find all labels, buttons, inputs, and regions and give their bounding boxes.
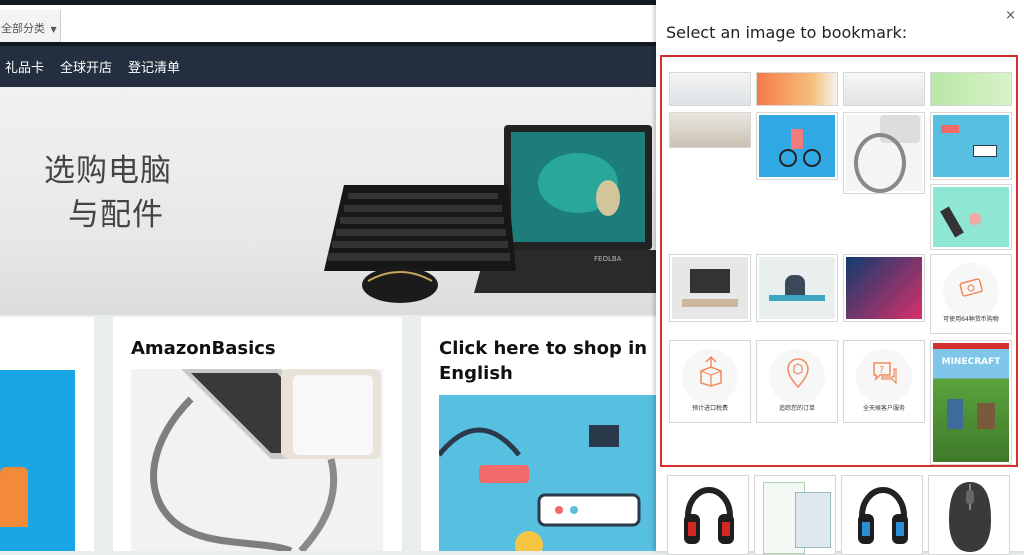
thumb-yoga[interactable] bbox=[756, 254, 838, 322]
nav-item-global-selling[interactable]: 全球开店 bbox=[60, 46, 112, 91]
caret-down-icon: ▼ bbox=[50, 25, 57, 34]
nav-bar: 礼品卡 全球开店 登记清单 bbox=[0, 46, 656, 87]
headset-image bbox=[684, 487, 734, 544]
thumb-image bbox=[846, 257, 922, 319]
thumb-minecraft[interactable]: MINECRAFT bbox=[930, 340, 1012, 465]
thumb-label-customer-service: 全天候客户服务 bbox=[862, 405, 905, 412]
hero-banner[interactable]: 选购电脑 与配件 FEOLBA bbox=[0, 87, 656, 315]
nav-item-registry[interactable]: 登记清单 bbox=[128, 46, 180, 91]
promo-card-english[interactable]: Click here to shop in English bbox=[421, 317, 656, 551]
thumb-label-currency: 可使用64种货币购物 bbox=[943, 316, 999, 323]
thumb-image bbox=[933, 115, 1009, 177]
category-label: 全部分类 bbox=[1, 22, 45, 35]
thumb-banner-2[interactable] bbox=[756, 72, 838, 106]
thumb-image bbox=[670, 113, 750, 147]
thumb-customer-service[interactable]: ? 全天候客户服务 bbox=[843, 340, 925, 423]
thumb-gaming[interactable] bbox=[843, 254, 925, 322]
thumb-track-order[interactable]: 追踪您的订单 bbox=[756, 340, 838, 423]
close-icon[interactable]: × bbox=[1005, 8, 1016, 23]
chat-help-icon: ? bbox=[873, 362, 897, 385]
card-title-english: Click here to shop in English bbox=[439, 338, 648, 384]
thumb-headset-red[interactable] bbox=[667, 475, 749, 555]
laptop-keyboard-image: FEOLBA bbox=[324, 125, 656, 303]
nav-item-gift-card[interactable]: 礼品卡 bbox=[5, 46, 44, 91]
thumb-label-track-order: 追踪您的订单 bbox=[778, 405, 815, 412]
switch-banner bbox=[933, 343, 1009, 349]
mouse-image bbox=[949, 482, 991, 552]
thumb-image-2 bbox=[795, 492, 831, 548]
thumb-tv-room[interactable] bbox=[669, 254, 751, 322]
thumb-image bbox=[672, 257, 748, 319]
thumb-image bbox=[933, 187, 1009, 247]
thumb-mouse[interactable] bbox=[928, 475, 1010, 555]
thumb-image bbox=[844, 73, 924, 105]
thumb-makeup[interactable] bbox=[930, 184, 1012, 250]
headset-image bbox=[858, 487, 908, 544]
cable-image bbox=[131, 369, 383, 551]
thumb-accessories[interactable] bbox=[930, 112, 1012, 180]
game-title: MINECRAFT bbox=[941, 357, 1001, 367]
thumb-bike[interactable] bbox=[756, 112, 838, 180]
thumb-cable[interactable] bbox=[843, 112, 925, 194]
bookmark-panel: × Select an image to bookmark: 可使用64种货币购… bbox=[656, 0, 1024, 555]
thumb-image bbox=[931, 73, 1011, 105]
currency-card-icon bbox=[959, 278, 983, 297]
svg-text:?: ? bbox=[879, 365, 884, 376]
thumb-label-import-fees: 预计进口税费 bbox=[691, 405, 728, 412]
thumb-banner-1[interactable] bbox=[669, 72, 751, 106]
thumb-image bbox=[670, 73, 750, 105]
thumb-banner-5[interactable] bbox=[669, 112, 751, 148]
panel-title: Select an image to bookmark: bbox=[666, 23, 908, 42]
thumb-headset-blue[interactable] bbox=[841, 475, 923, 555]
thumb-image bbox=[846, 115, 922, 193]
accessories-image bbox=[439, 395, 656, 551]
thumb-import-fees[interactable]: 预计进口税费 bbox=[669, 340, 751, 423]
thumb-image bbox=[757, 73, 837, 105]
thumb-image bbox=[759, 257, 835, 319]
thumb-banner-4[interactable] bbox=[930, 72, 1012, 106]
card-title-amazonbasics: AmazonBasics bbox=[131, 338, 276, 359]
thumb-screen-protector[interactable] bbox=[754, 475, 836, 555]
promo-card-amazonbasics[interactable]: AmazonBasics bbox=[113, 317, 402, 551]
thumb-image bbox=[759, 115, 835, 177]
thumb-banner-3[interactable] bbox=[843, 72, 925, 106]
search-bar[interactable]: 全部分类 ▼ bbox=[0, 5, 656, 47]
thumb-currency[interactable]: 可使用64种货币购物 bbox=[930, 254, 1012, 334]
image-selection-grid: 可使用64种货币购物 预计进口税费 追踪您的订单 ? 全天候客户服务 MINEC… bbox=[660, 55, 1018, 467]
card-left-figure bbox=[0, 467, 28, 527]
package-icon bbox=[700, 355, 722, 387]
location-pin-icon bbox=[787, 358, 809, 389]
laptop-brand: FEOLBA bbox=[594, 255, 622, 263]
promo-card-left[interactable] bbox=[0, 317, 94, 551]
hero-line2: 与配件 bbox=[68, 197, 164, 233]
thumb-image: MINECRAFT bbox=[933, 343, 1009, 462]
hero-line1: 选购电脑 bbox=[44, 153, 172, 189]
